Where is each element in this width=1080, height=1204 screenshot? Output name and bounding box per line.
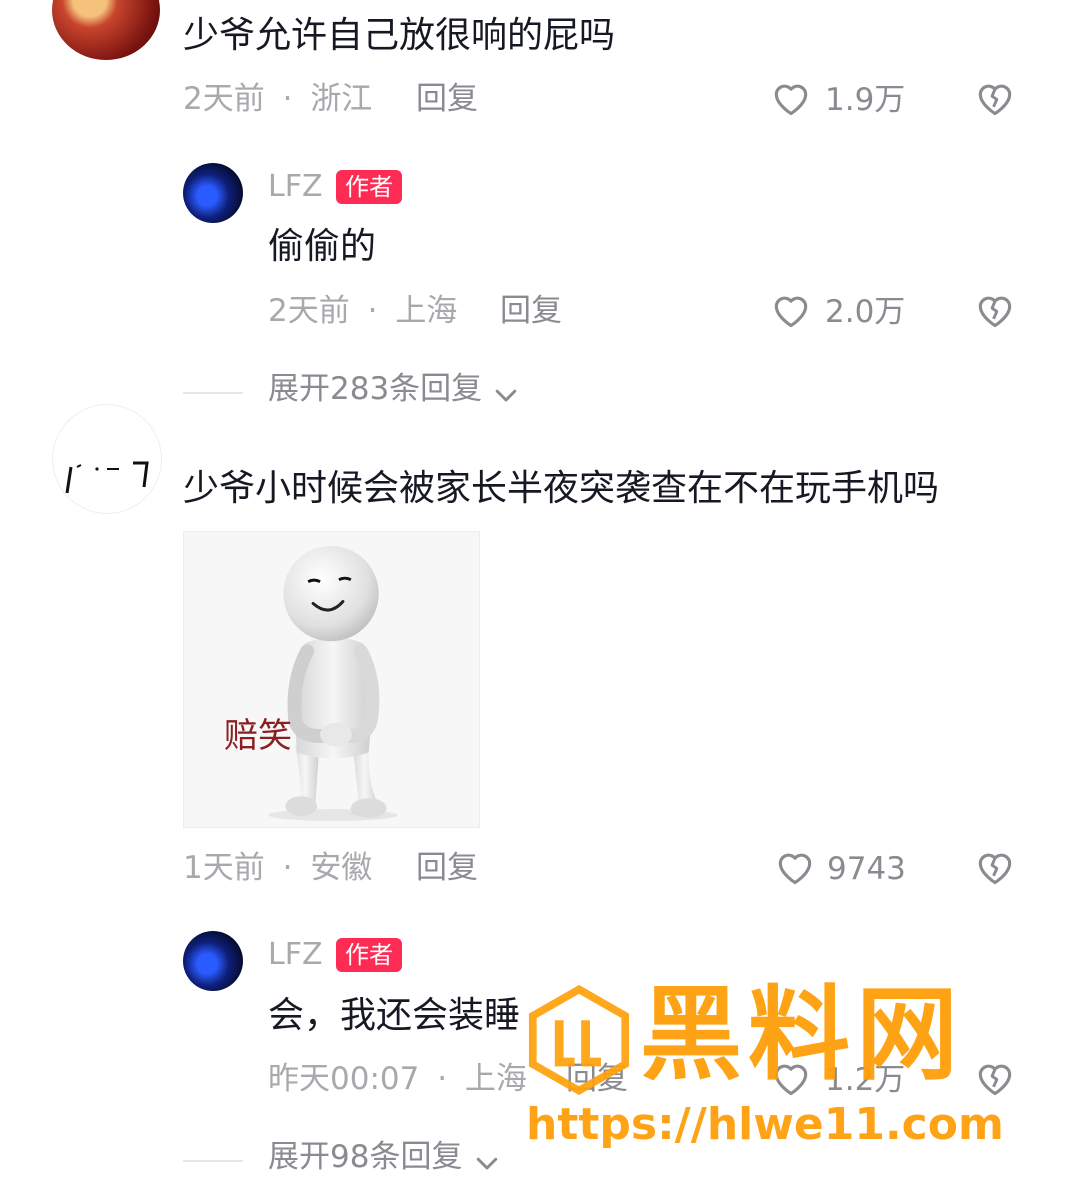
reply-meta: 2天前 · 上海 <box>268 296 457 327</box>
author-avatar[interactable] <box>183 931 243 991</box>
chevron-down-icon <box>476 1157 497 1169</box>
comment-text: 少爷允许自己放很响的屁吗 <box>183 15 616 56</box>
watermark: 黑料网 https://hlwe11.com <box>520 985 1040 1155</box>
expand-label: 展开283条回复 <box>268 371 483 407</box>
like-count: 2.0万 <box>825 294 906 330</box>
reply-time: 2天前 <box>268 293 350 329</box>
reply-nickname[interactable]: LFZ <box>268 172 323 202</box>
expand-replies-button[interactable]: 展开283条回复 <box>268 374 521 414</box>
like-button[interactable]: 1.9万 <box>768 76 908 122</box>
heart-outline-icon <box>774 84 808 116</box>
comment-time: 2天前 <box>183 81 265 117</box>
meta-separator: · <box>367 293 378 329</box>
dislike-button[interactable] <box>972 76 1020 122</box>
reply-button[interactable]: 回复 <box>416 84 478 115</box>
author-badge: 作者 <box>336 170 402 204</box>
expand-divider <box>183 392 243 394</box>
reply-button[interactable]: 回复 <box>416 853 478 884</box>
like-count: 9743 <box>827 851 906 887</box>
smiling-figure-sticker <box>268 545 398 822</box>
reply-meta: 昨天00:07 · 上海 <box>268 1064 527 1095</box>
author-avatar[interactable] <box>183 163 243 223</box>
watermark-logo-icon <box>528 985 630 1095</box>
comment-meta: 1天前 · 安徽 <box>183 853 372 884</box>
commenter-avatar[interactable] <box>52 0 160 60</box>
broken-heart-icon <box>978 853 1012 885</box>
dislike-button[interactable] <box>972 288 1020 334</box>
reply-text: 会，我还会装睡 <box>268 995 521 1036</box>
doodle-face-icon <box>65 461 149 494</box>
commenter-avatar[interactable] <box>52 404 162 514</box>
comment-time: 1天前 <box>183 850 265 886</box>
comment-location: 浙江 <box>310 81 373 117</box>
broken-heart-icon <box>978 84 1012 116</box>
comment-location: 安徽 <box>310 850 373 886</box>
author-badge: 作者 <box>336 938 402 972</box>
heart-outline-icon <box>778 853 812 885</box>
meta-separator: · <box>282 850 293 886</box>
dislike-button[interactable] <box>972 845 1020 891</box>
meta-separator: · <box>437 1061 448 1097</box>
like-button[interactable]: 2.0万 <box>768 288 908 334</box>
chevron-down-icon <box>496 389 517 401</box>
reply-time: 昨天00:07 <box>268 1061 420 1097</box>
meta-separator: · <box>282 81 293 117</box>
like-button[interactable]: 9743 <box>772 845 912 891</box>
reply-location: 上海 <box>395 293 458 329</box>
expand-label: 展开98条回复 <box>268 1139 463 1175</box>
heart-outline-icon <box>774 296 808 328</box>
reply-location: 上海 <box>464 1061 527 1097</box>
reply-text: 偷偷的 <box>268 226 377 267</box>
watermark-title: 黑料网 <box>640 976 964 1095</box>
comment-meta: 2天前 · 浙江 <box>183 84 372 115</box>
expand-divider <box>183 1160 243 1162</box>
reply-nickname[interactable]: LFZ <box>268 940 323 970</box>
expand-replies-button[interactable]: 展开98条回复 <box>268 1142 502 1182</box>
broken-heart-icon <box>978 296 1012 328</box>
comment-text: 少爷小时候会被家长半夜突袭查在不在玩手机吗 <box>183 468 940 509</box>
like-count: 1.9万 <box>825 82 906 118</box>
watermark-url: https://hlwe11.com <box>526 1099 1004 1150</box>
reply-button[interactable]: 回复 <box>500 296 562 327</box>
sticker-image[interactable]: 赔笑 <box>183 531 480 828</box>
sticker-caption: 赔笑 <box>224 716 292 756</box>
